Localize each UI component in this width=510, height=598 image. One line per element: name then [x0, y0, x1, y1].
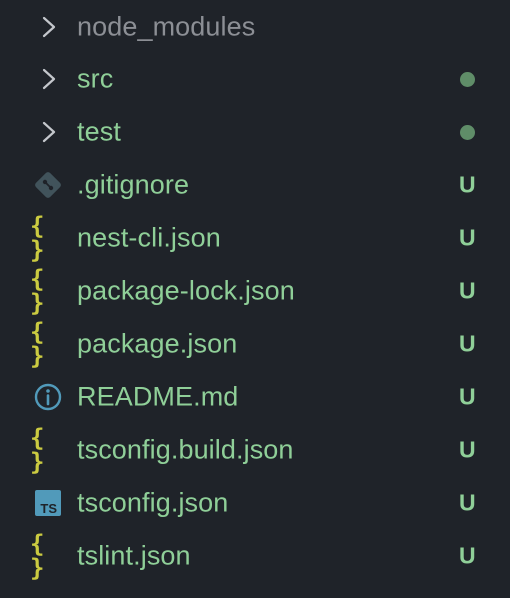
tree-item-readme-md[interactable]: README.md U	[0, 371, 510, 423]
tree-item-label: package-lock.json	[77, 275, 295, 306]
tree-item-src[interactable]: src	[0, 53, 510, 105]
chevron-right-icon[interactable]	[30, 7, 66, 47]
tree-item-label: node_modules	[77, 11, 256, 42]
git-status-badge: U	[459, 436, 476, 463]
json-braces-icon: { }	[30, 530, 46, 582]
tree-item-tsconfig-json[interactable]: TS tsconfig.json U	[0, 477, 510, 529]
git-status-badge: U	[459, 277, 476, 304]
tree-item-label: nest-cli.json	[77, 222, 221, 253]
tree-item-label: tsconfig.build.json	[77, 434, 294, 465]
tree-item-tsconfig-build-json[interactable]: { } tsconfig.build.json U	[0, 424, 510, 476]
git-status-badge: U	[459, 489, 476, 516]
tree-item-package-lock-json[interactable]: { } package-lock.json U	[0, 265, 510, 317]
chevron-right-icon[interactable]	[30, 59, 66, 99]
git-status-badge: U	[459, 542, 476, 569]
tree-item-label: tsconfig.json	[77, 487, 229, 518]
git-status-badge: U	[459, 330, 476, 357]
svg-text:TS: TS	[40, 501, 57, 516]
tree-item-label: tslint.json	[77, 540, 191, 571]
json-braces-icon: { }	[30, 265, 46, 317]
json-braces-icon: { }	[30, 318, 46, 370]
file-explorer: node_modules src test .gitignore U {} n…	[0, 0, 510, 598]
modified-dot-icon	[460, 72, 475, 87]
git-status-badge: U	[459, 171, 476, 198]
tree-item-node-modules[interactable]: node_modules	[0, 1, 510, 53]
chevron-right-icon[interactable]	[30, 112, 66, 152]
git-status-badge: U	[459, 224, 476, 251]
tree-item-label: .gitignore	[77, 169, 190, 200]
tree-item-label: src	[77, 63, 114, 94]
tree-item-gitignore[interactable]: .gitignore U	[0, 159, 510, 211]
git-icon	[30, 165, 66, 205]
json-braces-icon: { }	[30, 424, 46, 476]
tree-item-nest-cli-json[interactable]: { } nest-cli.json U	[0, 212, 510, 264]
tree-item-label: test	[77, 116, 121, 147]
tree-item-tslint-json[interactable]: { } tslint.json U	[0, 530, 510, 582]
typescript-icon: TS	[30, 483, 66, 523]
json-braces-icon: { }	[30, 212, 46, 264]
tree-item-test[interactable]: test	[0, 106, 510, 158]
tree-item-label: package.json	[77, 328, 238, 359]
git-status-badge: U	[459, 383, 476, 410]
modified-dot-icon	[460, 125, 475, 140]
tree-item-label: README.md	[77, 381, 239, 412]
tree-item-package-json[interactable]: { } package.json U	[0, 318, 510, 370]
info-icon	[30, 377, 66, 417]
